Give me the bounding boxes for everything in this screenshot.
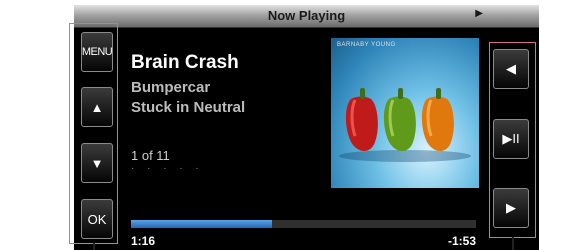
track-title: Brain Crash xyxy=(131,52,239,73)
screen-title: Now Playing xyxy=(267,8,346,23)
progress-bar[interactable] xyxy=(131,220,476,228)
track-position: 1 of 11 xyxy=(131,148,170,163)
title-bar: Now Playing ▶ xyxy=(74,5,539,28)
album-name: Stuck in Neutral xyxy=(131,99,246,116)
now-playing-screen: Now Playing ▶ MENU ▲ ▼ OK Brain Crash Bu… xyxy=(74,5,539,250)
playing-indicator-icon: ▶ xyxy=(475,8,483,19)
left-controls-callout xyxy=(69,23,118,244)
right-controls-callout xyxy=(489,42,536,238)
remaining-time: -1:53 xyxy=(447,234,476,248)
peppers-illustration xyxy=(339,88,471,162)
artist-name: Bumpercar xyxy=(131,79,211,96)
album-art: BARNABY YOUNG xyxy=(331,38,479,188)
right-callout-leader xyxy=(512,237,514,250)
elapsed-time: 1:16 xyxy=(131,234,156,248)
left-callout-leader xyxy=(93,243,95,250)
page-dots: · · · · · xyxy=(131,163,204,174)
progress-fill xyxy=(131,220,273,228)
